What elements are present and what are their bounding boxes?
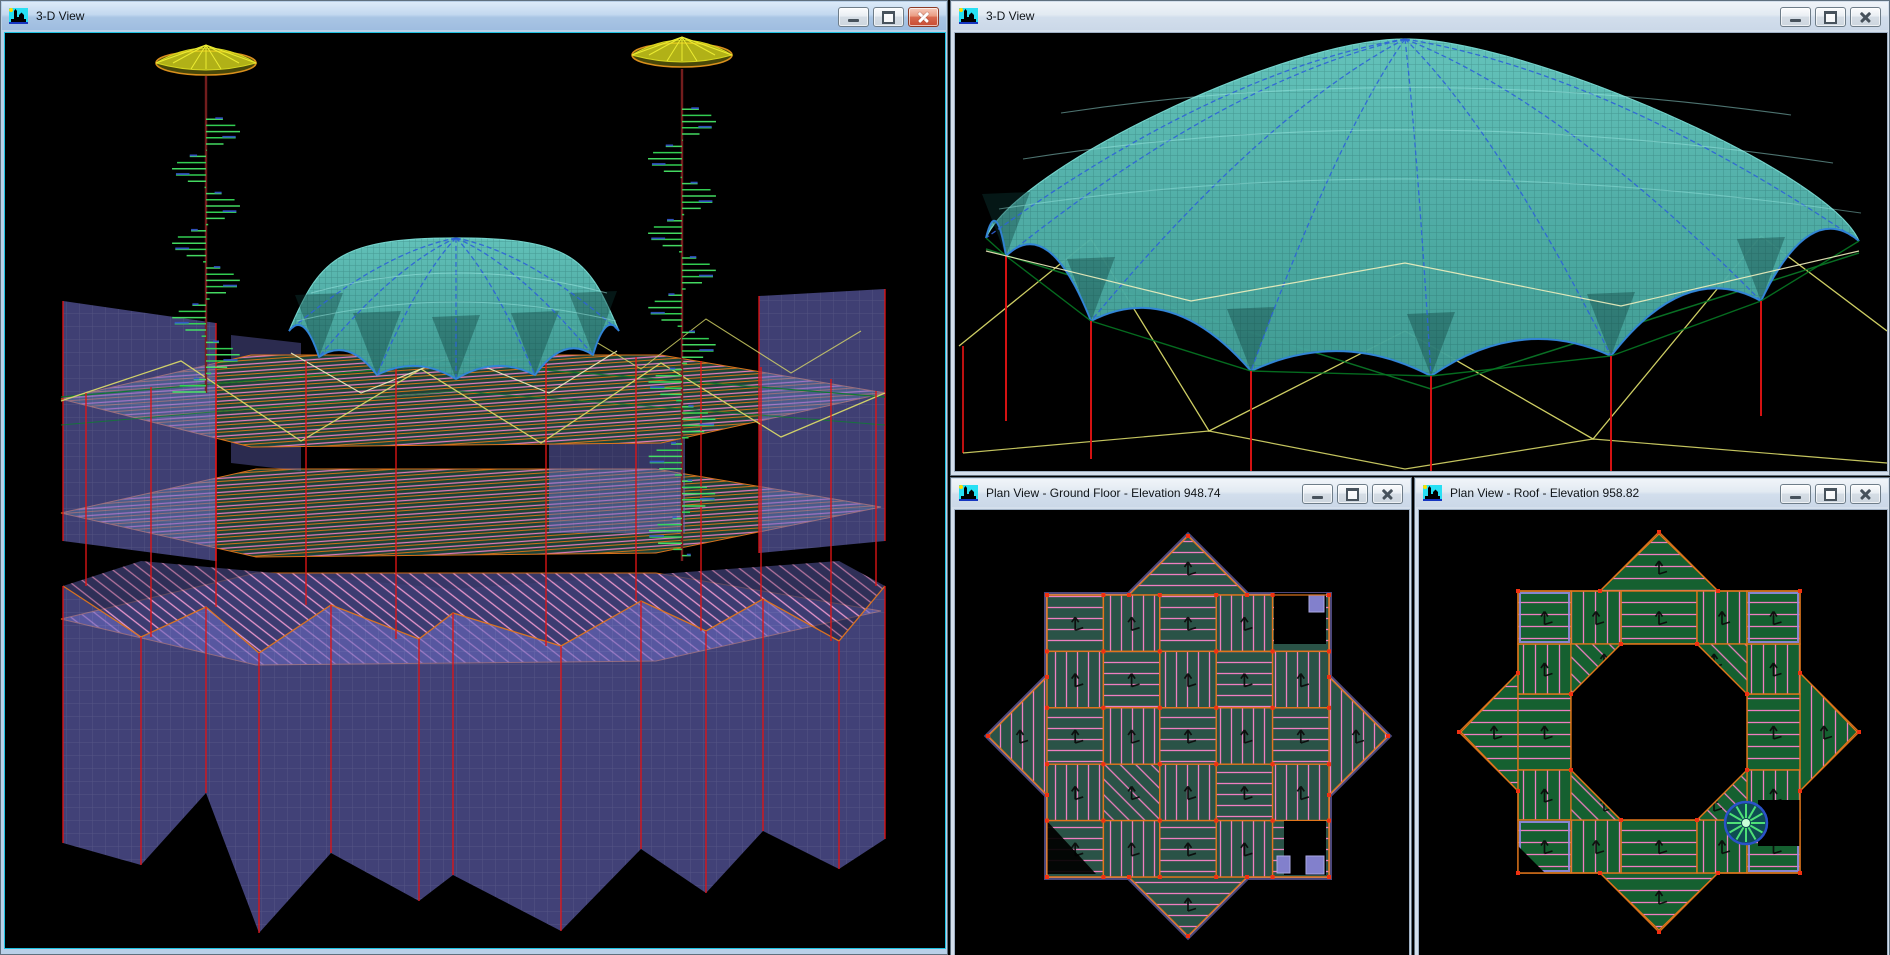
minimize-button[interactable] <box>1780 7 1811 27</box>
window-title: 3-D View <box>986 9 1034 23</box>
close-button[interactable] <box>908 7 939 27</box>
window-3d-view-main[interactable]: 3-D View <box>0 0 948 955</box>
ground-plan-drawing <box>955 510 1409 955</box>
minimize-button[interactable] <box>1302 484 1333 504</box>
minimize-button[interactable] <box>1780 484 1811 504</box>
window-3d-view-dome[interactable]: 3-D View <box>950 0 1890 476</box>
restore-button[interactable] <box>1815 7 1846 27</box>
model-window-icon <box>9 8 28 24</box>
mdi-background: 3-D View 3-D View <box>0 0 1890 955</box>
plan-view-canvas-roof[interactable] <box>1419 510 1887 955</box>
window-title: Plan View - Ground Floor - Elevation 948… <box>986 486 1221 500</box>
restore-button[interactable] <box>1815 484 1846 504</box>
window-title: 3-D View <box>36 9 84 23</box>
3d-view-canvas-main[interactable] <box>5 33 945 948</box>
window-plan-ground[interactable]: Plan View - Ground Floor - Elevation 948… <box>950 477 1412 955</box>
titlebar[interactable]: Plan View - Ground Floor - Elevation 948… <box>952 479 1410 507</box>
dome-drawing <box>955 33 1887 471</box>
titlebar[interactable]: 3-D View <box>2 2 946 30</box>
model-window-icon <box>959 8 978 24</box>
3d-model-drawing <box>5 33 945 948</box>
close-button[interactable] <box>1850 7 1881 27</box>
roof-plan-drawing <box>1419 510 1887 955</box>
3d-view-canvas-dome[interactable] <box>955 33 1887 471</box>
plan-view-canvas-ground[interactable] <box>955 510 1409 955</box>
titlebar[interactable]: 3-D View <box>952 2 1888 30</box>
model-window-icon <box>1423 485 1442 501</box>
close-button[interactable] <box>1850 484 1881 504</box>
close-button[interactable] <box>1372 484 1403 504</box>
titlebar[interactable]: Plan View - Roof - Elevation 958.82 <box>1416 479 1888 507</box>
minimize-button[interactable] <box>838 7 869 27</box>
window-plan-roof[interactable]: Plan View - Roof - Elevation 958.82 <box>1414 477 1890 955</box>
model-window-icon <box>959 485 978 501</box>
restore-button[interactable] <box>1337 484 1368 504</box>
restore-button[interactable] <box>873 7 904 27</box>
window-title: Plan View - Roof - Elevation 958.82 <box>1450 486 1639 500</box>
